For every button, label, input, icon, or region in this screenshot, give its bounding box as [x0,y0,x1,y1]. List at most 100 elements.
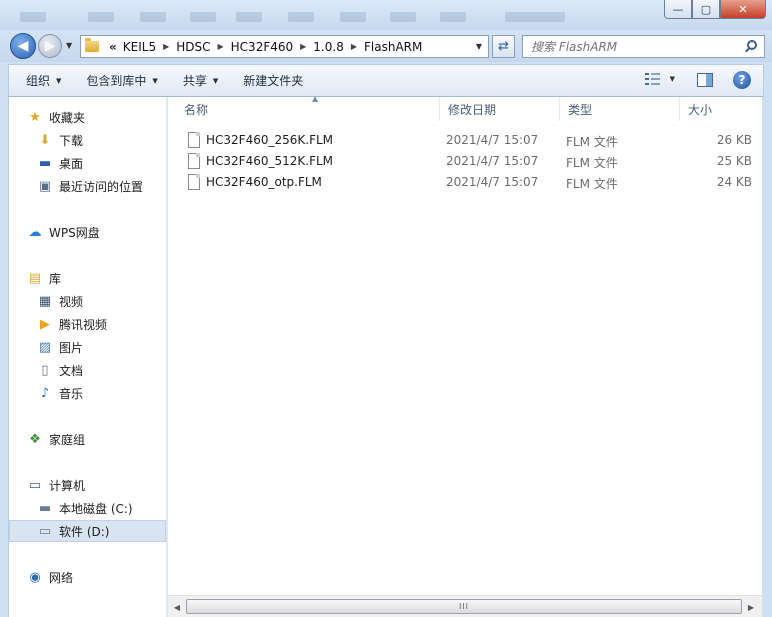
help-icon[interactable]: ? [733,71,751,89]
film-icon: ▦ [38,293,52,309]
nav-network-label: 网络 [49,570,74,585]
share-label: 共享 [182,74,207,88]
breadcrumb-arrow-icon[interactable]: ▶ [163,42,169,51]
nav-videos[interactable]: ▦ 视频 [37,290,83,312]
address-dropdown-icon[interactable]: ▼ [476,42,482,51]
nav-downloads[interactable]: ⬇ 下载 [37,129,83,151]
nav-videos-label: 视频 [59,294,84,309]
sort-ascending-icon: ▲ [312,94,319,103]
chevron-down-icon: ▼ [152,76,158,85]
breadcrumb-item[interactable]: KEIL5 [123,40,156,54]
column-header-modified-label: 修改日期 [448,102,497,117]
nav-network[interactable]: ◉ 网络 [27,566,73,588]
breadcrumb-item[interactable]: HC32F460 [231,40,293,54]
column-header-type-label: 类型 [568,102,593,117]
horizontal-scrollbar[interactable]: ◀ III ▶ [168,595,762,617]
system-drive-icon: ▬ [38,500,52,516]
nav-software-d[interactable]: ▭ 软件 (D:) [9,520,166,542]
recent-pages-dropdown[interactable]: ▼ [66,41,72,50]
nav-tencent-video[interactable]: ▶ 腾讯视频 [37,313,107,335]
column-header-size-label: 大小 [688,102,713,117]
file-size: 24 KB [716,175,752,189]
background-ghost [88,12,114,22]
column-header-size[interactable]: 大小 [680,97,762,121]
scrollbar-grip: III [458,602,470,611]
breadcrumb-item[interactable]: 1.0.8 [313,40,344,54]
nav-local-disk-c[interactable]: ▬ 本地磁盘 (C:) [37,497,133,519]
nav-recent-places-label: 最近访问的位置 [59,179,144,194]
back-button[interactable]: ◀ [10,33,36,59]
file-name: HC32F460_256K.FLM [206,133,334,147]
tencent-video-icon: ▶ [40,316,50,332]
file-row[interactable]: HC32F460_512K.FLM 2021/4/7 15:07 FLM 文件 … [168,151,762,172]
breadcrumb-arrow-icon[interactable]: ▶ [300,42,306,51]
background-ghost [20,12,46,22]
column-header-type[interactable]: 类型 [560,97,680,121]
organize-label: 组织 [26,74,51,88]
forward-button[interactable]: ▶ [38,34,62,58]
file-type: FLM 文件 [566,135,618,149]
drive-icon: ▭ [38,523,52,539]
search-icon[interactable] [747,40,757,50]
new-folder-button[interactable]: 新建文件夹 [235,72,311,89]
search-input[interactable] [523,39,733,54]
nav-recent-places[interactable]: ▣ 最近访问的位置 [37,175,143,197]
change-view-button[interactable]: ▼ [644,73,675,85]
nav-documents[interactable]: ▯ 文档 [37,359,83,381]
include-in-library-menu[interactable]: 包含到库中 ▼ [78,72,165,89]
minimize-button[interactable]: — [664,0,692,19]
share-menu[interactable]: 共享 ▼ [175,72,226,89]
close-button[interactable]: ✕ [720,0,766,19]
file-type: FLM 文件 [566,177,618,191]
column-header-modified[interactable]: 修改日期 [440,97,560,121]
chevron-down-icon: ▼ [212,76,219,85]
preview-pane-button[interactable] [697,73,713,87]
nav-software-d-label: 软件 (D:) [59,524,110,539]
network-icon: ◉ [29,569,41,585]
document-icon: ▯ [41,362,49,378]
search-box[interactable] [522,35,765,58]
breadcrumb-arrow-icon[interactable]: ▶ [218,42,224,51]
file-row[interactable]: HC32F460_256K.FLM 2021/4/7 15:07 FLM 文件 … [168,130,762,151]
nav-libraries-label: 库 [49,271,62,286]
window-controls: — ▢ ✕ [664,0,766,19]
refresh-button[interactable]: ⇄ [492,35,515,58]
organize-menu[interactable]: 组织 ▼ [18,72,69,89]
file-row[interactable]: HC32F460_otp.FLM 2021/4/7 15:07 FLM 文件 2… [168,172,762,193]
breadcrumb-item[interactable]: FlashARM [364,40,422,54]
nav-favorites[interactable]: ★ 收藏夹 [27,106,85,128]
file-modified: 2021/4/7 15:07 [446,154,539,168]
scroll-left-icon[interactable]: ◀ [170,600,184,614]
recent-places-icon: ▣ [38,178,52,194]
window-border [762,97,772,617]
nav-desktop[interactable]: ▬ 桌面 [37,152,83,174]
nav-computer-label: 计算机 [49,478,86,493]
column-header-name[interactable]: ▲ 名称 [176,94,440,121]
nav-computer[interactable]: ▭ 计算机 [27,474,85,496]
file-modified: 2021/4/7 15:07 [446,133,539,147]
breadcrumb-item[interactable]: HDSC [176,40,210,54]
computer-icon: ▭ [28,477,42,493]
nav-music[interactable]: ♪ 音乐 [37,382,83,404]
library-icon: ▤ [28,270,42,286]
chevron-down-icon: ▼ [669,75,675,83]
address-bar[interactable]: « KEIL5 ▶ HDSC ▶ HC32F460 ▶ 1.0.8 ▶ Flas… [80,35,489,58]
nav-libraries[interactable]: ▤ 库 [27,267,61,289]
file-icon [188,174,200,190]
folder-icon [85,38,99,52]
chevron-down-icon: ▼ [56,76,62,85]
file-icon [188,153,200,169]
background-ghost [288,12,314,22]
nav-wps-drive[interactable]: ☁ WPS网盘 [27,221,100,243]
file-name: HC32F460_512K.FLM [206,154,334,168]
background-ghost [190,12,216,22]
nav-pictures[interactable]: ▨ 图片 [37,336,83,358]
maximize-button[interactable]: ▢ [692,0,720,19]
breadcrumb-arrow-icon[interactable]: ▶ [351,42,357,51]
nav-pictures-label: 图片 [59,340,84,355]
scroll-right-icon[interactable]: ▶ [744,600,758,614]
overflow-chevron[interactable]: « [109,40,117,54]
nav-homegroup[interactable]: ❖ 家庭组 [27,428,85,450]
scrollbar-thumb[interactable]: III [186,599,742,614]
navigation-pane: ★ 收藏夹 ⬇ 下载 ▬ 桌面 ▣ 最近访问的位置 ☁ WPS网盘 ▤ 库 ▦ … [8,97,166,617]
